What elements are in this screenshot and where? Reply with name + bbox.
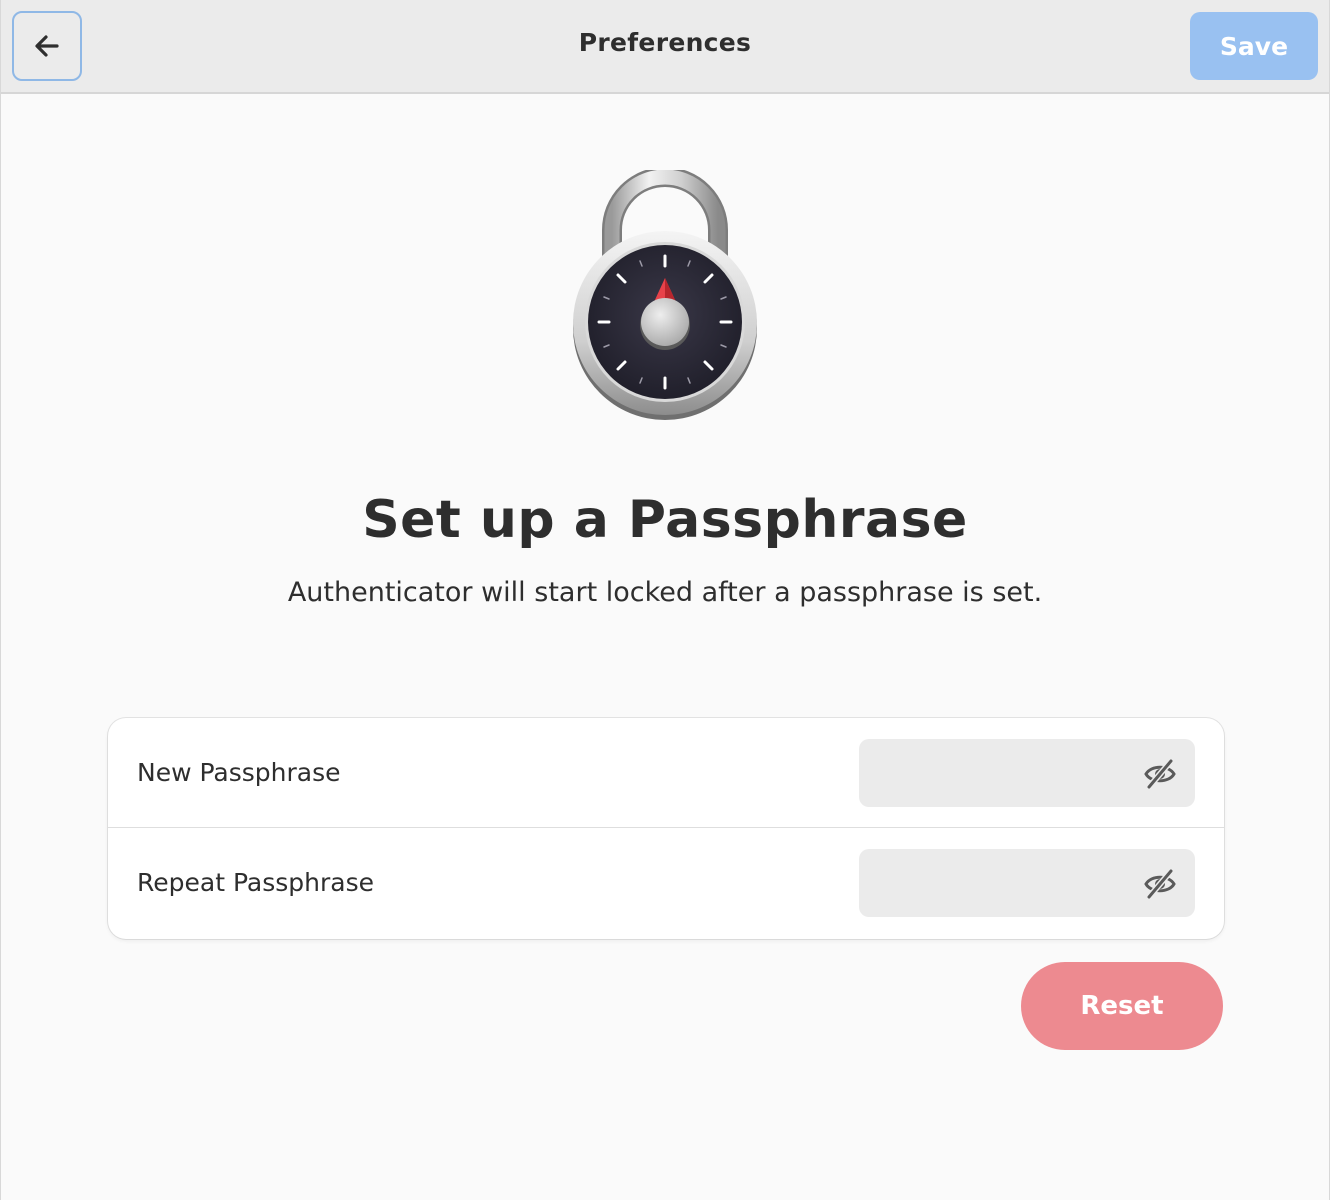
- eye-crossed-icon[interactable]: [1143, 757, 1177, 791]
- save-button[interactable]: Save: [1190, 12, 1318, 80]
- new-passphrase-label: New Passphrase: [137, 758, 341, 787]
- new-passphrase-row: New Passphrase: [108, 718, 1224, 828]
- repeat-passphrase-label: Repeat Passphrase: [137, 868, 374, 897]
- preferences-window: Preferences Save Set up a Passphrase Aut…: [0, 0, 1330, 1200]
- repeat-passphrase-row: Repeat Passphrase: [108, 828, 1224, 938]
- repeat-passphrase-field[interactable]: [859, 849, 1195, 917]
- eye-crossed-icon[interactable]: [1143, 867, 1177, 901]
- page-subtitle: Authenticator will start locked after a …: [287, 577, 1043, 608]
- reset-button[interactable]: Reset: [1021, 962, 1223, 1050]
- header-bar: Preferences Save: [1, 0, 1329, 94]
- page-heading: Set up a Passphrase: [362, 490, 968, 550]
- passphrase-form: New Passphrase Repeat Passphrase: [108, 718, 1224, 939]
- padlock-icon: [568, 167, 762, 422]
- window-title: Preferences: [578, 28, 752, 57]
- new-passphrase-field[interactable]: [859, 739, 1195, 807]
